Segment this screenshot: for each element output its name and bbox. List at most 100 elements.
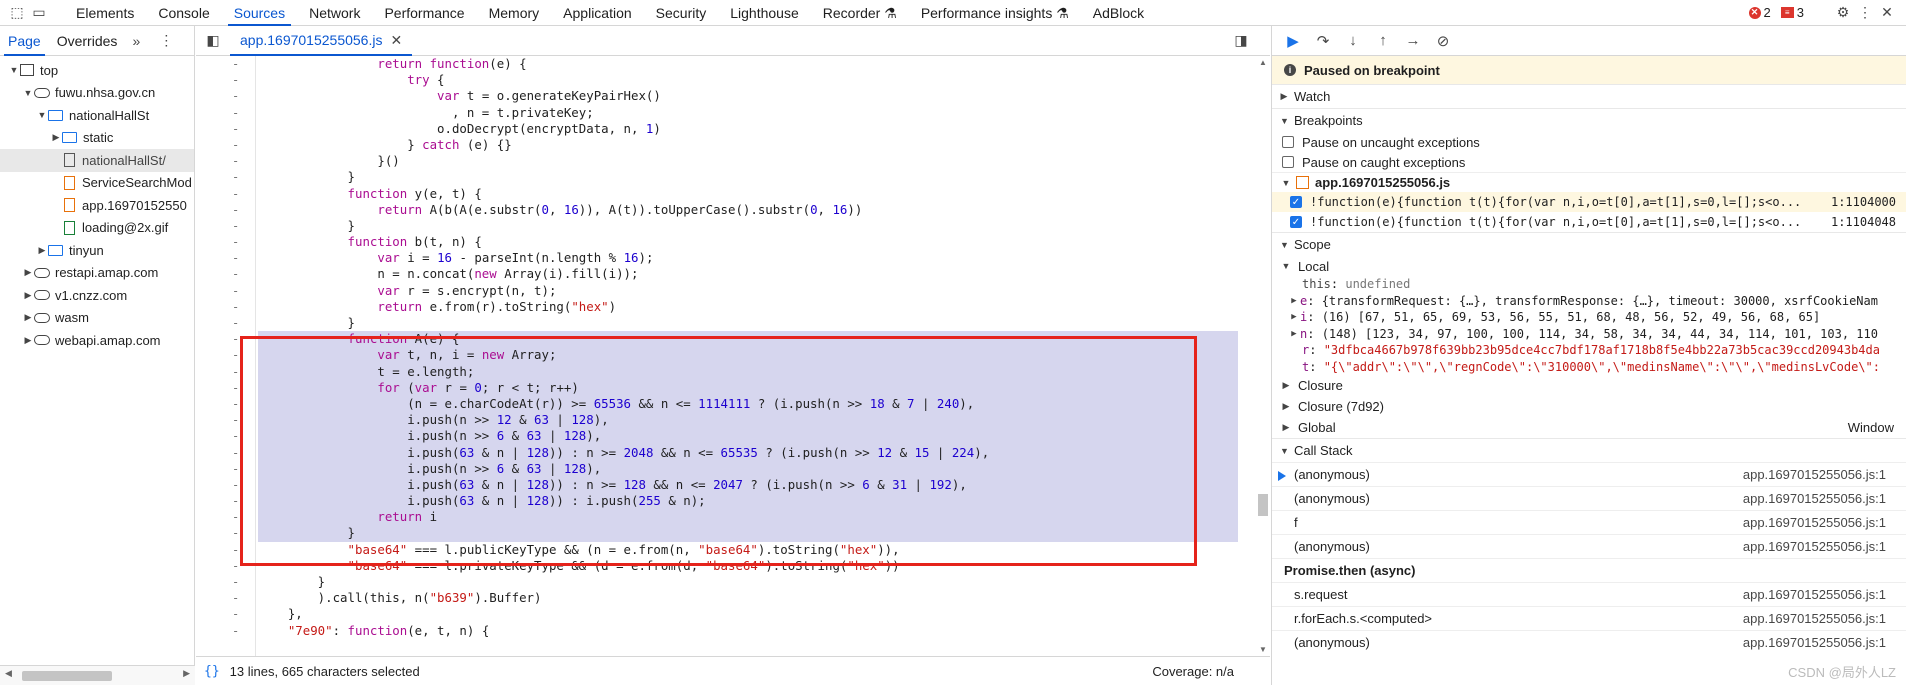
- code-line[interactable]: }: [258, 315, 1238, 331]
- line-marker[interactable]: -: [196, 88, 255, 104]
- code-area[interactable]: return function(e) { try { var t = o.gen…: [258, 56, 1238, 656]
- call-frame-location[interactable]: app.1697015255056.js:1: [1743, 515, 1886, 530]
- tree-item[interactable]: ServiceSearchMod: [0, 172, 194, 195]
- tab-overrides[interactable]: Overrides: [49, 26, 126, 56]
- watch-section[interactable]: ▶ Watch: [1272, 84, 1906, 108]
- line-marker[interactable]: -: [196, 169, 255, 185]
- file-tab[interactable]: app.1697015255056.js ✕: [230, 25, 413, 56]
- horizontal-scrollbar[interactable]: ◀ ▶: [0, 665, 195, 685]
- pause-uncaught-checkbox[interactable]: [1282, 136, 1294, 148]
- breakpoint-item[interactable]: ✓ !function(e){function t(t){for(var n,i,…: [1272, 192, 1906, 212]
- tree-item[interactable]: ▼ top: [0, 59, 194, 82]
- call-frame[interactable]: s.request app.1697015255056.js:1: [1272, 582, 1906, 606]
- scroll-thumb[interactable]: [1258, 494, 1268, 516]
- breakpoints-section[interactable]: ▼ Breakpoints: [1272, 108, 1906, 132]
- line-marker[interactable]: -: [196, 606, 255, 622]
- line-marker[interactable]: -: [196, 574, 255, 590]
- code-line[interactable]: var t, n, i = new Array;: [258, 347, 1238, 364]
- code-line[interactable]: return function(e) {: [258, 56, 1238, 72]
- tab-security[interactable]: Security: [644, 0, 719, 26]
- call-frame-location[interactable]: app.1697015255056.js:1: [1743, 539, 1886, 554]
- code-line[interactable]: return A(b(A(e.substr(0, 16)), A(t)).toU…: [258, 202, 1238, 218]
- code-line[interactable]: i.push(n >> 12 & 63 | 128),: [258, 412, 1238, 429]
- scope-variable[interactable]: ▶ n: (148) [123, 34, 97, 100, 100, 114, 3…: [1272, 326, 1906, 343]
- scope-variable[interactable]: ▶ e: {transformRequest: {…}, transformRes…: [1272, 293, 1906, 310]
- code-line[interactable]: }: [258, 218, 1238, 234]
- code-line[interactable]: i.push(63 & n | 128)) : n >= 128 && n <=…: [258, 476, 1238, 494]
- tab-console[interactable]: Console: [146, 0, 221, 26]
- scroll-left-icon[interactable]: ◀: [5, 668, 12, 679]
- code-line[interactable]: , n = t.privateKey;: [258, 105, 1238, 121]
- code-line[interactable]: o.doDecrypt(encryptData, n, 1): [258, 121, 1238, 137]
- code-line[interactable]: }: [258, 574, 1238, 590]
- line-marker[interactable]: -: [196, 623, 255, 639]
- code-line[interactable]: i.push(n >> 6 & 63 | 128),: [258, 460, 1238, 477]
- scope-variable[interactable]: r: "3dfbca4667b978f639bb23b95dce4cc7bdf1…: [1272, 342, 1906, 359]
- code-line[interactable]: return e.from(r).toString("hex"): [258, 299, 1238, 315]
- code-line[interactable]: t = e.length;: [258, 363, 1238, 380]
- code-line[interactable]: "base64" === l.publicKeyType && (n = e.f…: [258, 542, 1238, 558]
- code-line[interactable]: },: [258, 606, 1238, 622]
- line-marker[interactable]: -: [196, 461, 255, 477]
- tab-performance[interactable]: Performance: [372, 0, 476, 26]
- code-line[interactable]: i.push(63 & n | 128)) : i.push(255 & n);: [258, 493, 1238, 510]
- code-line[interactable]: var r = s.encrypt(n, t);: [258, 283, 1238, 299]
- line-marker[interactable]: -: [196, 445, 255, 461]
- breakpoint-item[interactable]: ✓ !function(e){function t(t){for(var n,i,…: [1272, 212, 1906, 232]
- call-frame[interactable]: (anonymous) app.1697015255056.js:1: [1272, 534, 1906, 558]
- line-marker[interactable]: -: [196, 542, 255, 558]
- global-row[interactable]: ▶ Global Window: [1272, 417, 1906, 438]
- code-line[interactable]: function A(e) {: [258, 331, 1238, 348]
- line-marker[interactable]: -: [196, 477, 255, 493]
- line-marker[interactable]: -: [196, 283, 255, 299]
- navigator-menu-icon[interactable]: ⋮: [155, 30, 177, 52]
- scope-variable[interactable]: ▶ i: (16) [67, 51, 65, 69, 53, 56, 55, 51…: [1272, 309, 1906, 326]
- line-marker[interactable]: -: [196, 105, 255, 121]
- breakpoint-checkbox[interactable]: ✓: [1290, 196, 1302, 208]
- closure-row[interactable]: ▶ Closure: [1272, 375, 1906, 396]
- code-line[interactable]: var t = o.generateKeyPairHex(): [258, 88, 1238, 104]
- pretty-print-icon[interactable]: {}: [204, 664, 220, 679]
- tab-performance-insights[interactable]: Performance insights ⚗: [909, 0, 1081, 26]
- line-marker[interactable]: -: [196, 266, 255, 282]
- line-marker[interactable]: -: [196, 347, 255, 363]
- pause-caught-checkbox[interactable]: [1282, 156, 1294, 168]
- inspect-element-icon[interactable]: ⬚: [6, 2, 28, 24]
- local-scope-row[interactable]: ▼ Local: [1272, 256, 1906, 276]
- tab-memory[interactable]: Memory: [477, 0, 552, 26]
- line-marker[interactable]: -: [196, 412, 255, 428]
- call-frame[interactable]: r.forEach.s.<computed> app.1697015255056.…: [1272, 606, 1906, 630]
- code-line[interactable]: }(): [258, 153, 1238, 169]
- issue-counter[interactable]: ≡ 3: [1780, 5, 1804, 20]
- tree-item[interactable]: app.16970152550: [0, 194, 194, 217]
- tree-item[interactable]: nationalHallSt/: [0, 149, 194, 172]
- tab-lighthouse[interactable]: Lighthouse: [718, 0, 811, 26]
- scroll-thumb[interactable]: [22, 671, 112, 681]
- call-frame-location[interactable]: app.1697015255056.js:1: [1743, 587, 1886, 602]
- line-marker[interactable]: -: [196, 380, 255, 396]
- device-toolbar-icon[interactable]: ▭: [28, 2, 50, 24]
- line-marker[interactable]: -: [196, 315, 255, 331]
- close-tab-icon[interactable]: ✕: [390, 25, 402, 55]
- deactivate-breakpoints-icon[interactable]: ⊘: [1432, 30, 1454, 52]
- more-tabs-icon[interactable]: »: [125, 30, 147, 52]
- line-marker[interactable]: -: [196, 299, 255, 315]
- tree-item[interactable]: loading@2x.gif: [0, 217, 194, 240]
- code-line[interactable]: i.push(n >> 6 & 63 | 128),: [258, 428, 1238, 445]
- line-marker[interactable]: -: [196, 218, 255, 234]
- step-into-icon[interactable]: ↓: [1342, 30, 1364, 52]
- line-gutter[interactable]: ------------------------------------: [196, 56, 256, 656]
- vertical-scrollbar[interactable]: ▲ ▼: [1256, 56, 1270, 656]
- line-marker[interactable]: -: [196, 121, 255, 137]
- gear-icon[interactable]: ⚙: [1832, 2, 1854, 24]
- resume-icon[interactable]: ▶: [1282, 30, 1304, 52]
- scroll-right-icon[interactable]: ▶: [183, 668, 190, 679]
- line-marker[interactable]: -: [196, 331, 255, 347]
- tree-item[interactable]: ▶ wasm: [0, 307, 194, 330]
- code-line[interactable]: (n = e.charCodeAt(r)) >= 65536 && n <= 1…: [258, 395, 1238, 413]
- code-line[interactable]: }: [258, 525, 1238, 542]
- more-options-icon[interactable]: ⋮: [1854, 2, 1876, 24]
- tree-item[interactable]: ▶ webapi.amap.com: [0, 329, 194, 352]
- line-marker[interactable]: -: [196, 72, 255, 88]
- code-line[interactable]: "base64" === l.privateKeyType && (d = e.…: [258, 558, 1238, 574]
